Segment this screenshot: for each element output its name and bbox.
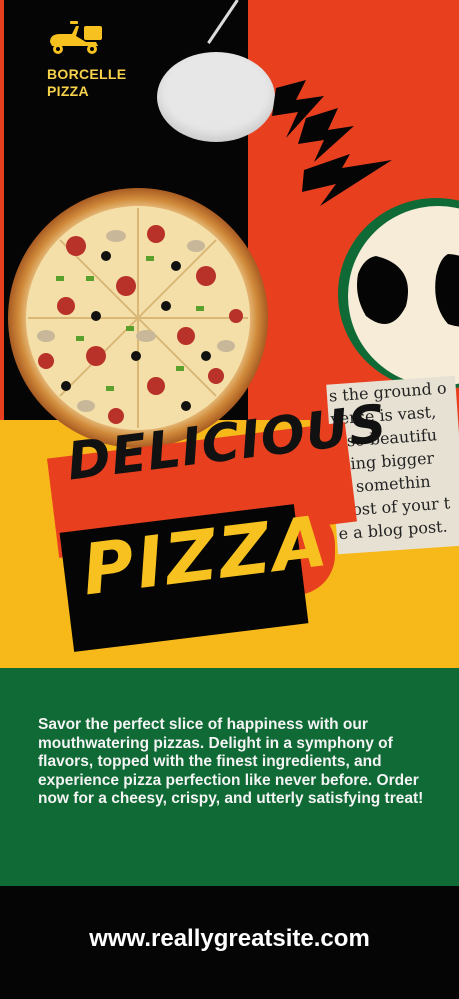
website-url: www.reallygreatsite.com [89, 925, 370, 952]
brand-name: BORCELLE PIZZA [47, 66, 126, 100]
description-text: Savor the perfect slice of happiness wit… [38, 716, 424, 807]
door-hanger-flyer: BORCELLE PIZZA s the ground o verse is v… [0, 0, 459, 999]
cartoon-face-icon [338, 198, 459, 390]
door-hanger-hole [157, 52, 275, 142]
brand-line-1: BORCELLE [47, 66, 127, 82]
brand-line-2: PIZZA [47, 83, 89, 99]
scooter-icon [50, 21, 102, 54]
pizza-image [8, 188, 268, 448]
